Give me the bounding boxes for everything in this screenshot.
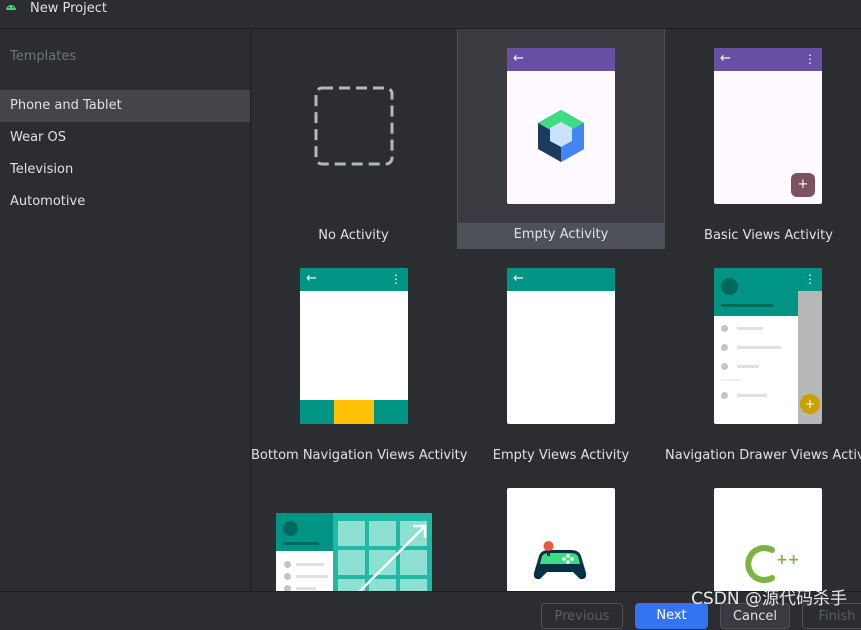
sidebar-item-label: Television — [10, 162, 74, 177]
drawer-item-dot — [284, 561, 291, 568]
dashed-square-icon — [314, 86, 394, 166]
drawer-header-line — [721, 304, 773, 307]
sidebar-item-phone-and-tablet[interactable]: Phone and Tablet — [0, 90, 250, 122]
drawer-item-dot — [721, 344, 728, 351]
back-arrow-icon: ← — [306, 271, 317, 286]
app-bar: ← — [507, 48, 615, 71]
template-label: Bottom Navigation Views Activity — [251, 448, 468, 463]
template-game-activity[interactable] — [458, 471, 664, 591]
drawer-header — [276, 513, 333, 551]
templates-sidebar: Templates Phone and Tablet Wear OS Telev… — [0, 29, 250, 591]
bottom-navigation-bar — [300, 400, 408, 424]
avatar — [721, 278, 738, 295]
sidebar-item-wear-os[interactable]: Wear OS — [0, 122, 250, 154]
drawer-item-line — [737, 394, 767, 397]
sidebar-item-label: Phone and Tablet — [10, 98, 122, 113]
template-label: Empty Views Activity — [492, 448, 630, 463]
overflow-menu-icon: ⋮ — [804, 272, 816, 286]
template-bottom-navigation-views-activity[interactable]: ← ⋮ Bottom Navigation Views Activity — [251, 251, 468, 469]
android-logo-icon — [6, 5, 16, 10]
fab-plus-icon: + — [800, 394, 820, 414]
title-bar: New Project — [0, 0, 861, 28]
tablet-preview — [276, 513, 432, 591]
sidebar-item-label: Automotive — [10, 194, 86, 209]
drawer-item-dot — [284, 573, 291, 580]
sidebar-item-label: Wear OS — [10, 130, 67, 145]
drawer-divider — [721, 379, 741, 381]
fab-plus-icon: + — [791, 173, 815, 197]
template-label: Basic Views Activity — [704, 228, 833, 243]
app-bar: ⋮ — [798, 268, 822, 291]
phone-preview: ++ — [714, 488, 822, 591]
template-grid: No Activity ← Empty Activity ← ⋮ + Basic… — [251, 29, 861, 591]
template-empty-activity[interactable]: ← Empty Activity — [457, 29, 665, 249]
drawer-item-line — [296, 575, 328, 578]
drawer-item-line — [737, 327, 763, 330]
template-label: No Activity — [318, 228, 389, 243]
phone-preview: ← — [507, 48, 615, 204]
bottom-nav-selected-item — [334, 400, 374, 424]
app-bar: ← — [507, 268, 615, 291]
sidebar-item-automotive[interactable]: Automotive — [0, 186, 250, 218]
drawer-item-dot — [721, 392, 728, 399]
back-arrow-icon: ← — [720, 51, 731, 66]
template-label: Navigation Drawer Views Activity — [665, 448, 861, 463]
template-empty-views-activity[interactable]: ← Empty Views Activity — [458, 251, 664, 469]
drawer-header-line — [283, 542, 319, 545]
overflow-menu-icon: ⋮ — [804, 52, 816, 66]
sidebar-header: Templates — [10, 49, 77, 64]
template-navigation-drawer-views-activity[interactable]: ⋮ + Navigation Drawer Views Activity — [665, 251, 861, 469]
watermark-text: CSDN @源代码杀手 — [691, 589, 847, 609]
jetpack-compose-logo-icon — [538, 110, 584, 162]
template-responsive-views-activity[interactable] — [251, 471, 456, 591]
back-arrow-icon: ← — [513, 271, 524, 286]
template-native-cpp[interactable]: ++ — [666, 471, 861, 591]
drawer-item-line — [737, 346, 781, 349]
template-basic-views-activity[interactable]: ← ⋮ + Basic Views Activity — [666, 29, 861, 249]
previous-button[interactable]: Previous — [541, 603, 623, 629]
game-controller-icon — [533, 541, 587, 580]
drawer-item-dot — [721, 363, 728, 370]
drawer-item-line — [737, 365, 759, 368]
phone-preview: ⋮ + — [714, 268, 822, 424]
phone-preview — [507, 488, 615, 591]
drawer-item-line — [296, 587, 316, 590]
phone-preview: ← ⋮ — [300, 268, 408, 424]
phone-preview: ← — [507, 268, 615, 424]
overflow-menu-icon: ⋮ — [390, 272, 402, 286]
grid-content-icon — [333, 513, 432, 591]
window-title: New Project — [30, 1, 107, 16]
back-arrow-icon: ← — [513, 51, 524, 66]
template-no-activity[interactable]: No Activity — [251, 29, 456, 249]
drawer-header — [714, 268, 798, 316]
template-label: Empty Activity — [513, 227, 609, 242]
avatar — [283, 521, 298, 536]
sidebar-item-television[interactable]: Television — [0, 154, 250, 186]
phone-preview: ← ⋮ + — [714, 48, 822, 204]
app-bar: ← ⋮ — [714, 48, 822, 71]
app-bar: ← ⋮ — [300, 268, 408, 291]
drawer-item-line — [296, 563, 324, 566]
cpp-plus-icon: ++ — [776, 552, 800, 568]
drawer-item-dot — [721, 325, 728, 332]
navigation-drawer — [714, 268, 798, 424]
